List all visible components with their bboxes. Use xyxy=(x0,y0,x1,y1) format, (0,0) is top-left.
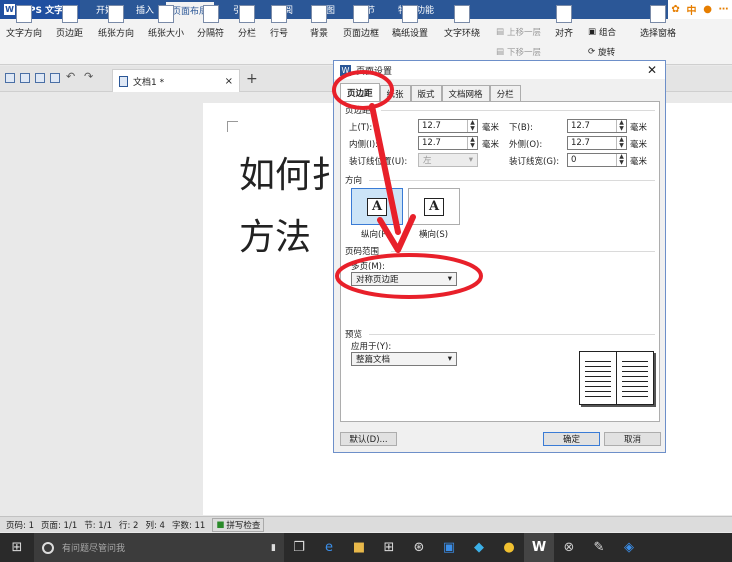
app-icon-2[interactable]: ◆ xyxy=(464,533,494,562)
wps-taskbar-icon[interactable]: W xyxy=(524,533,554,562)
status-pages[interactable]: 页面: 1/1 xyxy=(41,519,77,531)
annotation-circle-select xyxy=(335,253,483,299)
xbox-icon[interactable]: ⊗ xyxy=(554,533,584,562)
status-row[interactable]: 行: 2 xyxy=(119,519,138,531)
status-col[interactable]: 列: 4 xyxy=(145,519,164,531)
annotation-overlay xyxy=(332,70,483,299)
app-icon-4[interactable]: ◈ xyxy=(614,533,644,562)
hp-icon[interactable]: ⊛ xyxy=(404,533,434,562)
task-view-icon[interactable]: ❐ xyxy=(284,533,314,562)
file-explorer-icon[interactable]: ■ xyxy=(344,533,374,562)
annotation-circle-tab xyxy=(332,70,394,110)
check-icon: ■ xyxy=(216,519,225,530)
search-placeholder: 有问题尽管问我 xyxy=(62,544,126,554)
cortana-icon xyxy=(42,541,54,554)
microphone-icon[interactable]: ▮ xyxy=(271,543,276,553)
annotation-arrow-shaft xyxy=(369,103,401,235)
app-icon[interactable]: ▣ xyxy=(434,533,464,562)
app-icon-3[interactable]: ● xyxy=(494,533,524,562)
status-page[interactable]: 页码: 1 xyxy=(6,519,34,531)
search-box[interactable]: 有问题尽管问我 ▮ xyxy=(34,533,284,562)
status-section[interactable]: 节: 1/1 xyxy=(84,519,112,531)
taskbar: ⊞ 有问题尽管问我 ▮ ❐ e ■ ⊞ ⊛ ▣ ◆ ● W ⊗ ✎ ◈ xyxy=(0,533,732,562)
status-bar: 页码: 1 页面: 1/1 节: 1/1 行: 2 列: 4 字数: 11 ■ 拼… xyxy=(0,516,732,532)
store-icon[interactable]: ⊞ xyxy=(374,533,404,562)
status-words[interactable]: 字数: 11 xyxy=(172,519,205,531)
windows-start-icon[interactable]: ⊞ xyxy=(0,533,34,562)
paint-icon[interactable]: ✎ xyxy=(584,533,614,562)
spell-check-label: 拼写检查 xyxy=(226,520,261,531)
spell-check-toggle[interactable]: ■ 拼写检查 xyxy=(212,517,265,532)
edge-icon[interactable]: e xyxy=(314,533,344,562)
